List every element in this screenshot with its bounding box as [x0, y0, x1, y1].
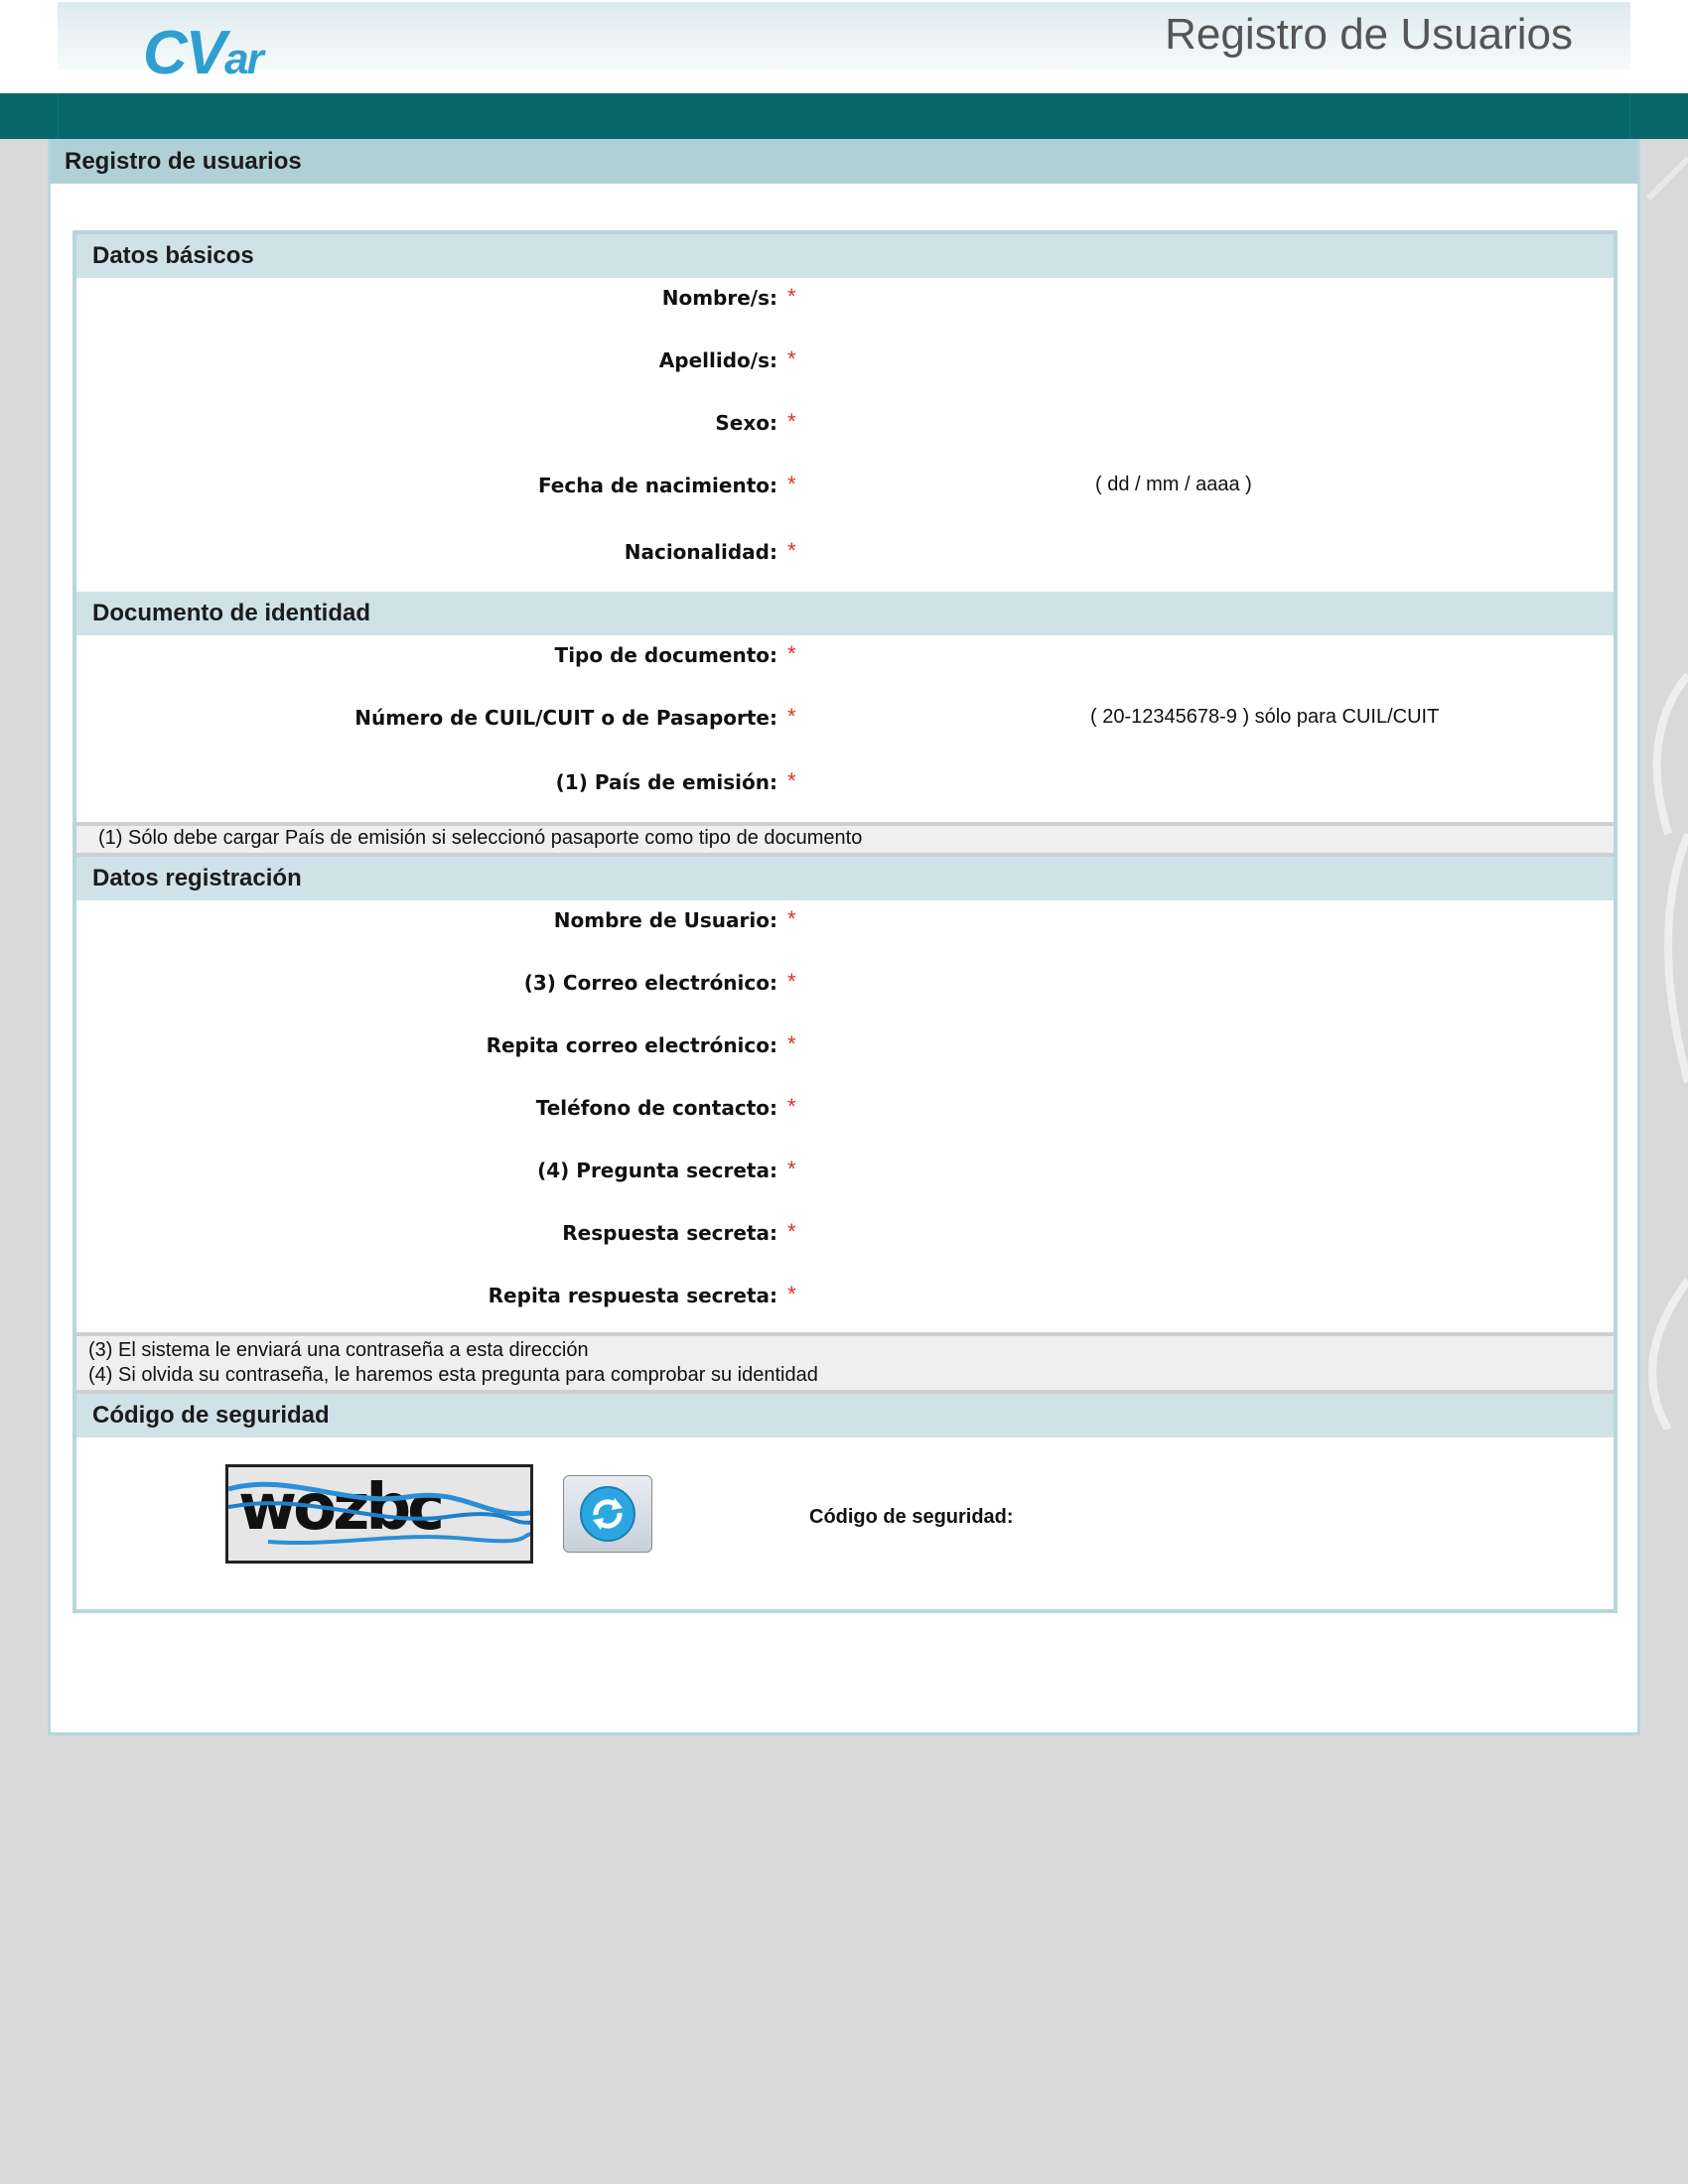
field-sexo: Sexo: *: [76, 403, 1614, 466]
captcha-noise-lines: [228, 1481, 530, 1546]
header-banner: CVar Registro de Usuarios: [58, 2, 1630, 87]
date-format-hint: ( dd / mm / aaaa ): [1095, 474, 1252, 495]
required-marker: *: [787, 906, 796, 931]
field-pais-emision: (1) País de emisión: *: [76, 760, 1614, 822]
footnote-3: (3) El sistema le enviará una contraseña…: [88, 1339, 589, 1361]
field-label: Nacionalidad:: [624, 540, 777, 564]
field-repita-correo: Repita correo electrónico: *: [76, 1025, 1614, 1088]
field-repita-respuesta: Repita respuesta secreta: *: [76, 1276, 1614, 1332]
field-label: Teléfono de contacto:: [535, 1096, 777, 1120]
nav-divider: [58, 93, 59, 139]
required-marker: *: [787, 1157, 796, 1181]
required-marker: *: [787, 409, 796, 434]
registration-card: Registro de usuarios Datos básicos Nombr…: [48, 139, 1640, 1735]
field-label: Repita correo electrónico:: [486, 1033, 777, 1057]
app-title: Registro de Usuarios: [1165, 10, 1573, 59]
refresh-captcha-button[interactable]: [563, 1475, 652, 1553]
field-label: Tipo de documento:: [554, 643, 777, 667]
required-marker: *: [787, 284, 796, 309]
field-label: (1) País de emisión:: [555, 770, 777, 794]
section-basic-data: Datos básicos: [76, 234, 1614, 278]
field-label: Fecha de nacimiento:: [537, 474, 777, 497]
field-label: (4) Pregunta secreta:: [537, 1159, 777, 1182]
field-nombre-usuario: Nombre de Usuario: *: [76, 900, 1614, 963]
required-marker: *: [787, 969, 796, 994]
required-marker: *: [787, 1031, 796, 1056]
field-nombre: Nombre/s: *: [76, 278, 1614, 341]
registration-footnotes: (3) El sistema le enviará una contraseña…: [76, 1332, 1614, 1394]
logo-sub: ar: [224, 35, 264, 83]
captcha-area: wozbc Código de seguridad:: [76, 1437, 1614, 1596]
field-label: Número de CUIL/CUIT o de Pasaporte:: [354, 706, 777, 730]
card-title: Registro de usuarios: [51, 139, 1637, 184]
nav-bar: [0, 93, 1688, 139]
footnote-4: (4) Si olvida su contraseña, le haremos …: [88, 1364, 818, 1386]
required-marker: *: [787, 1282, 796, 1306]
field-nacionalidad: Nacionalidad: *: [76, 528, 1614, 592]
field-correo: (3) Correo electrónico: *: [76, 963, 1614, 1025]
refresh-icon: [580, 1486, 635, 1542]
section-document: Documento de identidad: [76, 592, 1614, 635]
field-telefono: Teléfono de contacto: *: [76, 1088, 1614, 1151]
field-tipo-documento: Tipo de documento: *: [76, 635, 1614, 698]
registration-form: Datos básicos Nombre/s: * Apellido/s: * …: [72, 230, 1618, 1613]
field-label: (3) Correo electrónico:: [523, 971, 777, 995]
required-marker: *: [787, 704, 796, 729]
field-label: Sexo:: [715, 411, 777, 435]
field-label: Repita respuesta secreta:: [488, 1284, 777, 1307]
required-marker: *: [787, 768, 796, 793]
logo-main: CV: [143, 19, 226, 87]
cuil-format-hint: ( 20-12345678-9 ) sólo para CUIL/CUIT: [1090, 706, 1440, 728]
field-apellido: Apellido/s: *: [76, 341, 1614, 403]
required-marker: *: [787, 346, 796, 371]
field-label: Apellido/s:: [658, 348, 777, 372]
section-security-code: Código de seguridad: [76, 1394, 1614, 1437]
captcha-field-label: Código de seguridad:: [809, 1506, 1014, 1528]
field-fecha-nacimiento: Fecha de nacimiento: * ( dd / mm / aaaa …: [76, 466, 1614, 528]
document-footnote: (1) Sólo debe cargar País de emisión si …: [76, 822, 1614, 857]
captcha-image: wozbc: [225, 1464, 533, 1564]
field-label: Nombre/s:: [661, 286, 777, 310]
logo: CVar: [143, 18, 264, 88]
required-marker: *: [787, 472, 796, 496]
nav-divider: [1629, 93, 1630, 139]
required-marker: *: [787, 1219, 796, 1244]
section-registration: Datos registración: [76, 857, 1614, 900]
field-label: Respuesta secreta:: [562, 1221, 777, 1245]
required-marker: *: [787, 641, 796, 666]
required-marker: *: [787, 1094, 796, 1119]
field-label: Nombre de Usuario:: [553, 908, 777, 932]
field-pregunta-secreta: (4) Pregunta secreta: *: [76, 1151, 1614, 1213]
required-marker: *: [787, 538, 796, 563]
field-numero-documento: Número de CUIL/CUIT o de Pasaporte: * ( …: [76, 698, 1614, 760]
field-respuesta-secreta: Respuesta secreta: *: [76, 1213, 1614, 1276]
